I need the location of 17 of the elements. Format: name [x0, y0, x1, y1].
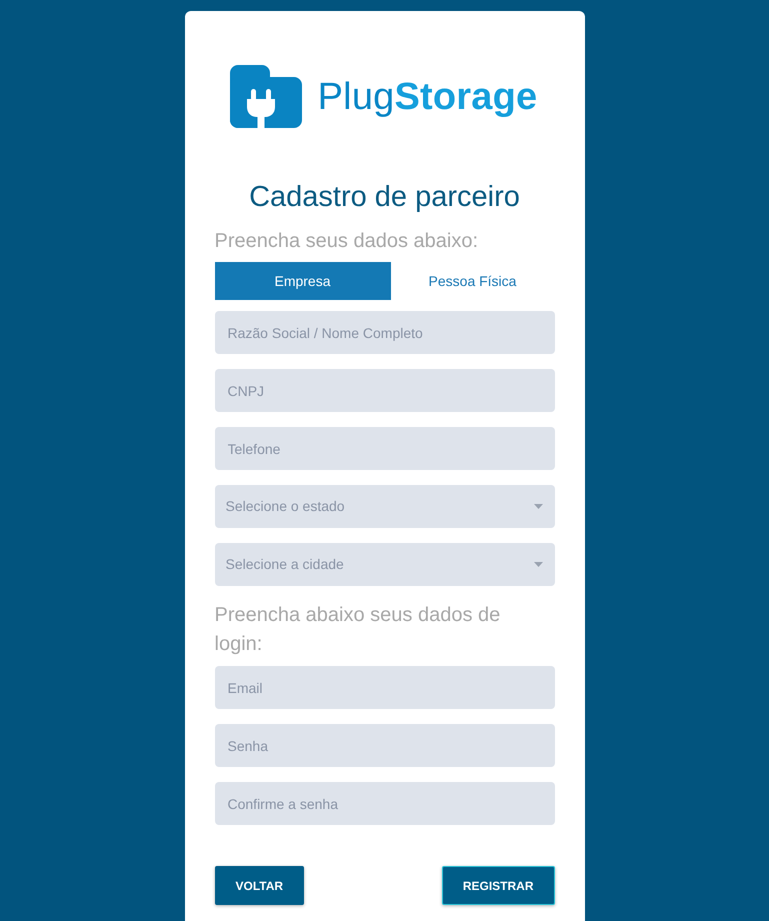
- tab[interactable]: Pessoa Física: [390, 262, 554, 300]
- back-button[interactable]: VOLTAR: [214, 866, 304, 905]
- input-field[interactable]: Email: [214, 666, 554, 709]
- section-heading: Preencha abaixo seus dados de login:: [214, 603, 502, 657]
- page-title: Cadastro de parceiro: [248, 180, 521, 215]
- caret-icon: [534, 504, 542, 509]
- input-field[interactable]: CNPJ: [214, 369, 554, 412]
- input-field[interactable]: Confirme a senha: [214, 782, 554, 825]
- section-heading: Preencha seus dados abaixo:: [214, 229, 480, 254]
- tab[interactable]: Empresa: [214, 262, 390, 300]
- caret-icon: [534, 562, 542, 567]
- input-field[interactable]: Razão Social / Nome Completo: [214, 311, 554, 354]
- input-field[interactable]: Senha: [214, 724, 554, 767]
- input-field[interactable]: Telefone: [214, 427, 554, 470]
- register-button[interactable]: REGISTRAR: [442, 866, 554, 905]
- plug-logo-icon: [230, 65, 302, 128]
- logo-wordmark: PlugStorage: [318, 74, 538, 118]
